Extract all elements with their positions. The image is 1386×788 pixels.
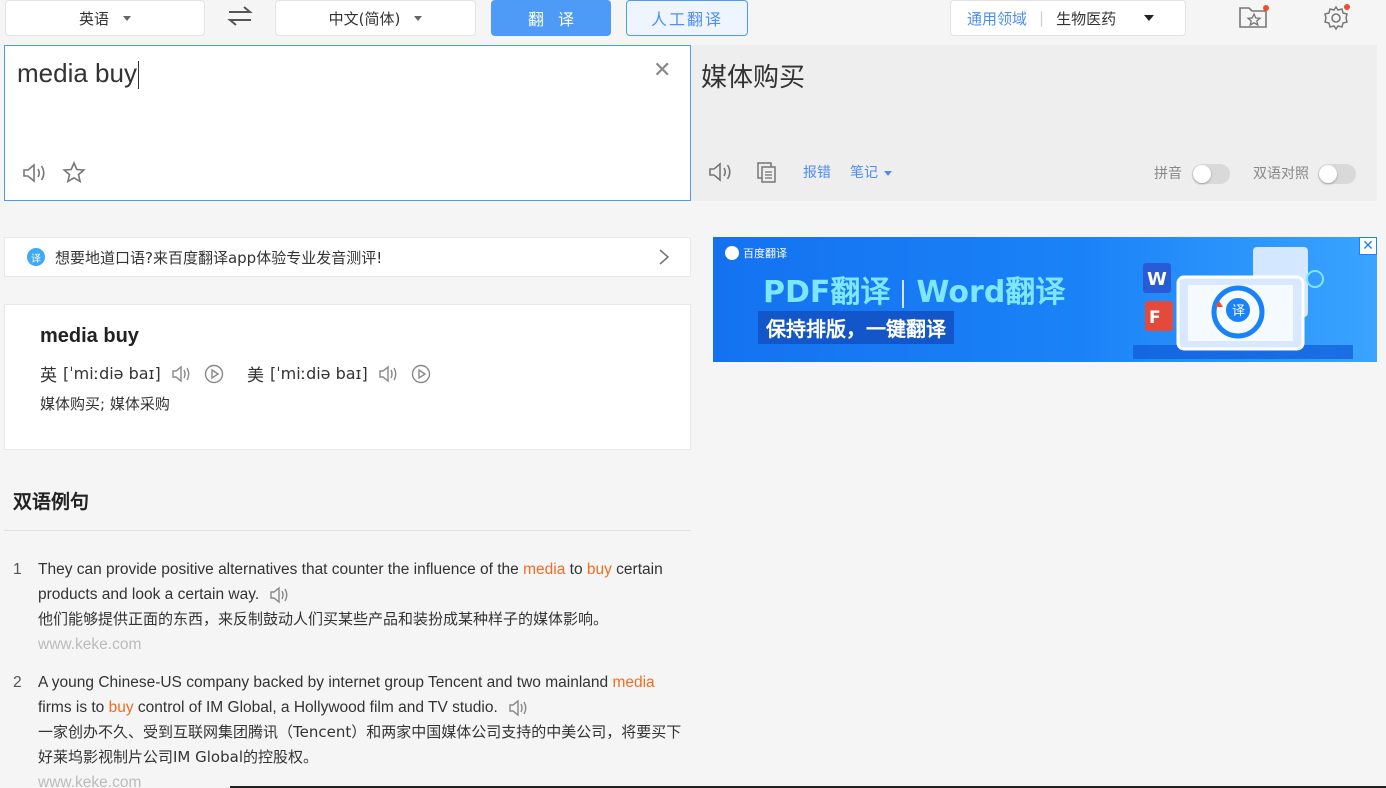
source-text-input[interactable]: media buy [17,58,139,90]
star-favorite-icon[interactable] [61,160,87,186]
play-replay-icon[interactable] [410,363,432,385]
svg-text:W: W [1147,269,1167,290]
example-english: A young Chinese-US company backed by int… [38,674,655,718]
svg-text:译: 译 [1232,304,1245,319]
tip-text: 想要地道口语?来百度翻译app体验专业发音测评! [55,248,383,267]
us-pronunciation: 美 [ˈmiːdiə baɪ] [247,361,432,386]
pinyin-toggle[interactable] [1192,164,1230,184]
example-item: 2 A young Chinese-US company backed by i… [13,670,683,788]
speaker-icon[interactable] [171,364,195,384]
speaker-icon[interactable] [21,161,49,185]
report-error-link[interactable]: 报错 [803,162,831,182]
us-phonetic: [ˈmiːdiə baɪ] [270,364,368,383]
example-english: They can provide positive alternatives t… [38,561,663,605]
dict-meaning: 媒体购买; 媒体采购 [40,395,170,413]
speaker-icon[interactable] [269,585,293,605]
pinyin-label: 拼音 [1154,166,1182,182]
speaker-icon[interactable] [707,160,735,184]
caret-down-icon [884,170,893,176]
examples-title: 双语例句 [13,491,90,513]
play-replay-icon[interactable] [203,363,225,385]
chevron-right-icon [658,248,670,266]
chevron-down-icon [414,15,423,21]
source-language-label: 英语 [78,9,109,28]
target-language-select[interactable]: 中文(简体) [275,0,476,36]
uk-pronunciation: 英 [ˈmiːdiə baɪ] [40,361,225,386]
translation-result: 媒体购买 [701,63,806,93]
clear-input-icon[interactable]: ✕ [653,58,671,83]
target-text-panel: 媒体购买 报错 笔记 拼音 双语对照 [691,45,1377,201]
chat-bubble-icon: 译 [27,248,45,266]
notes-dropdown[interactable]: 笔记 [850,162,893,182]
example-chinese: 一家创办不久、受到互联网集团腾讯（Tencent）和两家中国媒体公司支持的中美公… [38,723,682,766]
chevron-down-icon [123,15,131,21]
domain-general-option[interactable]: 通用领域 [967,8,1027,29]
source-text-panel[interactable]: media buy ✕ [4,45,691,201]
speaker-icon[interactable] [378,364,402,384]
app-promo-tip[interactable]: 译 想要地道口语?来百度翻译app体验专业发音测评! [4,237,691,277]
uk-label: 英 [40,366,57,386]
settings-gear-icon[interactable] [1322,3,1354,31]
translate-button[interactable]: 翻译 [491,0,611,36]
divider [4,530,691,531]
svg-text:F: F [1149,308,1161,328]
us-label: 美 [247,366,264,386]
source-language-select[interactable]: 英语 [5,0,205,36]
domain-select[interactable]: 通用领域 | 生物医药 [950,0,1186,36]
baidu-translate-logo: 百度翻译 [725,245,787,261]
example-number: 1 [13,561,22,578]
example-item: 1 They can provide positive alternatives… [13,557,683,657]
close-ad-icon[interactable]: ✕ [1359,237,1377,255]
uk-phonetic: [ˈmiːdiə baɪ] [63,364,161,383]
domain-divider: | [1039,9,1045,27]
example-source[interactable]: www.keke.com [38,632,683,657]
favorites-icon[interactable] [1238,4,1272,30]
example-chinese: 他们能够提供正面的东西，来反制鼓动人们买某些产品和装扮成某种样子的媒体影响。 [38,610,609,628]
ad-banner[interactable]: 百度翻译 PDF翻译 Word翻译 保持排版，一键翻译 译 W F ✕ [713,237,1377,362]
bilingual-toggle[interactable] [1318,164,1356,184]
laptop-illustration-icon: 译 W F [1133,247,1353,359]
human-translate-button[interactable]: 人工翻译 [626,0,748,36]
example-number: 2 [13,674,22,691]
ad-title: PDF翻译 Word翻译 [763,275,1066,310]
copy-icon[interactable] [755,160,779,184]
target-language-label: 中文(简体) [328,9,401,28]
swap-languages-icon[interactable] [226,4,254,28]
ad-subtitle: 保持排版，一键翻译 [758,311,954,344]
dict-headword: media buy [40,325,139,347]
dictionary-card: media buy 英 [ˈmiːdiə baɪ] 美 [ˈmiːdiə baɪ… [4,304,691,450]
speaker-icon[interactable] [508,698,532,718]
domain-selected-label: 生物医药 [1056,9,1117,28]
caret-down-icon [1144,15,1155,21]
notes-label: 笔记 [850,165,878,181]
bilingual-label: 双语对照 [1253,166,1309,182]
